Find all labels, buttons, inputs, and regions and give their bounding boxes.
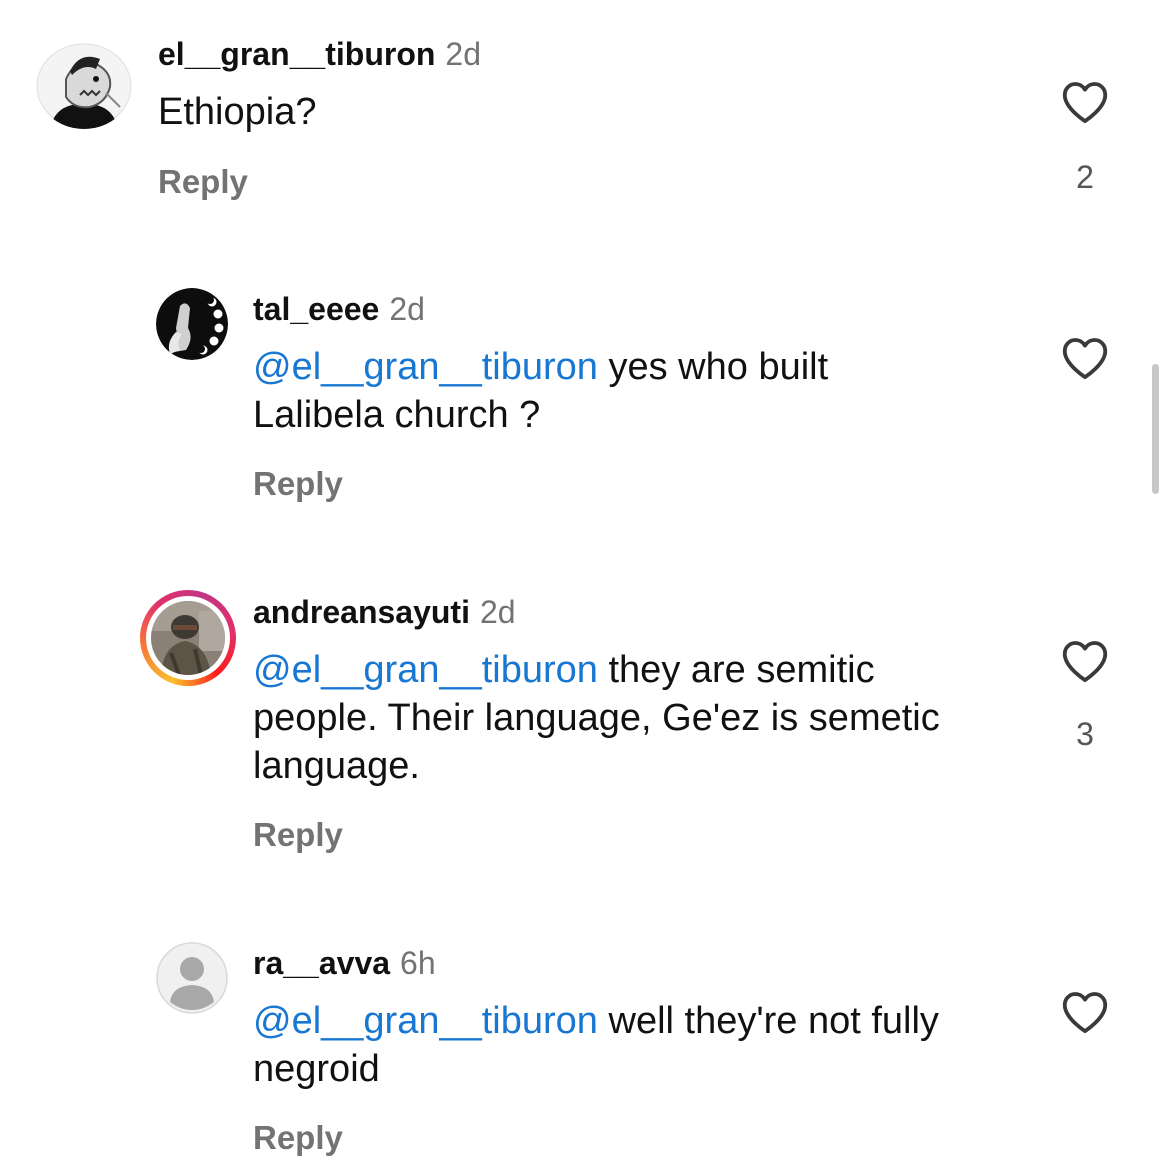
reply-button[interactable]: Reply (253, 1118, 343, 1158)
reply-button[interactable]: Reply (158, 162, 248, 202)
heart-icon[interactable] (1058, 75, 1112, 129)
reply-button[interactable]: Reply (253, 815, 343, 855)
heart-icon[interactable] (1058, 331, 1112, 385)
mention-link[interactable]: @el__gran__tiburon (253, 649, 598, 691)
username[interactable]: el__gran__tiburon (158, 36, 435, 72)
timestamp: 2d (389, 291, 425, 327)
comment-text: @el__gran__tiburon well they're not full… (253, 997, 973, 1093)
timestamp: 2d (445, 36, 481, 72)
username[interactable]: ra__avva (253, 945, 390, 981)
comment-text: @el__gran__tiburon yes who built Lalibel… (253, 343, 953, 439)
heart-icon[interactable] (1058, 634, 1112, 688)
reply-button[interactable]: Reply (253, 464, 343, 504)
mention-link[interactable]: @el__gran__tiburon (253, 346, 598, 388)
comment-header: tal_eeee 2d (253, 289, 425, 329)
heart-icon[interactable] (1058, 985, 1112, 1039)
soldier-avatar-icon[interactable] (151, 601, 225, 675)
scrollbar[interactable] (1152, 364, 1159, 494)
like-count: 2 (1076, 159, 1094, 195)
timestamp: 6h (400, 945, 436, 981)
like-count: 3 (1076, 716, 1094, 752)
comment-header: andreansayuti 2d (253, 592, 516, 632)
comment-text: @el__gran__tiburon they are semitic peop… (253, 646, 998, 790)
timestamp: 2d (479, 594, 516, 630)
moon-phases-avatar-icon[interactable] (156, 288, 228, 360)
comment-text: Ethiopia? (158, 88, 978, 136)
username[interactable]: andreansayuti (253, 594, 470, 630)
mention-link[interactable]: @el__gran__tiburon (253, 1000, 598, 1042)
default-user-avatar-icon[interactable] (156, 942, 228, 1014)
shark-avatar-icon[interactable] (36, 43, 132, 129)
comment-header: el__gran__tiburon 2d (158, 34, 481, 74)
username[interactable]: tal_eeee (253, 291, 379, 327)
comment-header: ra__avva 6h (253, 943, 436, 983)
comment-body: Ethiopia? (158, 91, 317, 133)
